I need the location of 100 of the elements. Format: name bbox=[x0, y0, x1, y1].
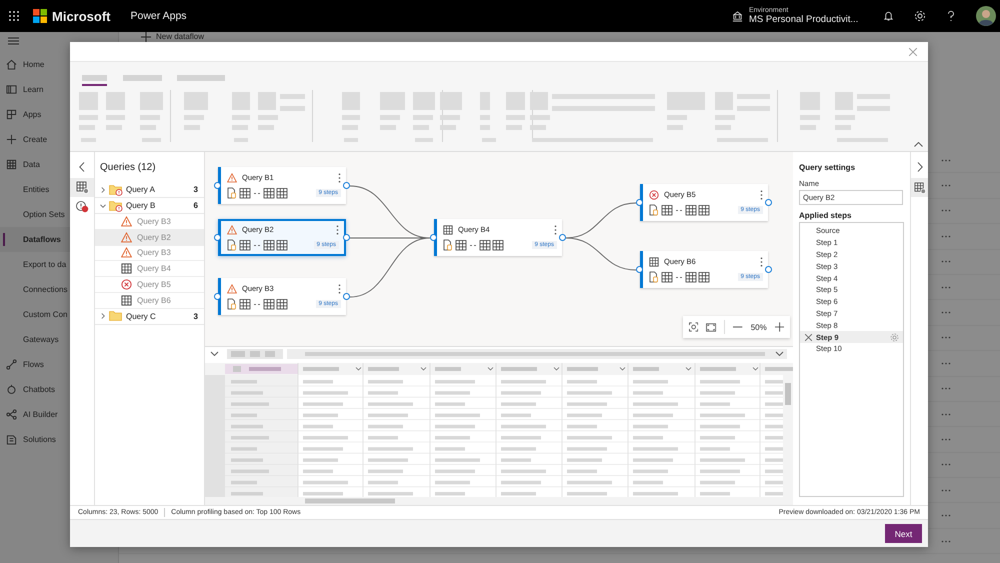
nav-item[interactable]: Home bbox=[0, 52, 70, 77]
more-icon[interactable] bbox=[941, 311, 951, 314]
nav-item[interactable]: Data bbox=[0, 152, 70, 177]
table-icon bbox=[121, 263, 132, 274]
plus-icon bbox=[141, 32, 151, 42]
fit-screen-icon[interactable] bbox=[706, 322, 716, 332]
queries-heading: Queries (12) bbox=[99, 161, 157, 175]
more-icon[interactable] bbox=[941, 463, 951, 466]
solution-icon bbox=[6, 434, 17, 445]
more-icon[interactable] bbox=[941, 412, 951, 416]
more-icon[interactable] bbox=[941, 514, 951, 518]
table-settings-icon[interactable] bbox=[914, 182, 926, 194]
query-item[interactable]: Query B3 bbox=[95, 246, 204, 262]
more-icon[interactable] bbox=[941, 438, 951, 441]
more-icon[interactable] bbox=[941, 387, 951, 390]
delete-icon[interactable] bbox=[804, 334, 812, 341]
app-launcher-icon[interactable] bbox=[9, 11, 19, 21]
more-icon[interactable] bbox=[941, 540, 951, 543]
port-handle[interactable] bbox=[636, 199, 643, 206]
nav-item[interactable]: Apps bbox=[0, 102, 70, 127]
query-group[interactable]: Query A 3 bbox=[95, 182, 204, 198]
logo-icon bbox=[33, 9, 47, 23]
table-icon bbox=[121, 294, 132, 306]
nav-item[interactable]: Dataflows bbox=[0, 227, 70, 252]
zoom-level: 50% bbox=[750, 322, 767, 332]
more-icon[interactable] bbox=[941, 184, 951, 188]
port-handle[interactable] bbox=[765, 199, 772, 206]
more-icon[interactable] bbox=[338, 284, 341, 294]
port-handle[interactable] bbox=[343, 182, 350, 189]
more-icon[interactable] bbox=[941, 286, 951, 289]
book-icon bbox=[6, 84, 17, 95]
table-settings-icon[interactable] bbox=[76, 181, 88, 194]
menu-icon[interactable] bbox=[8, 37, 19, 45]
more-icon[interactable] bbox=[941, 209, 951, 212]
nav-item[interactable]: Connections bbox=[0, 277, 70, 302]
alert-badge-icon[interactable] bbox=[75, 200, 89, 213]
more-icon[interactable] bbox=[760, 190, 763, 200]
focus-icon[interactable] bbox=[689, 322, 698, 332]
flow-icon bbox=[6, 359, 17, 370]
query-item[interactable]: Query B6 bbox=[95, 292, 204, 309]
port-handle[interactable] bbox=[343, 234, 350, 241]
more-icon[interactable] bbox=[338, 172, 341, 182]
more-icon[interactable] bbox=[554, 224, 557, 234]
query-group[interactable]: Query B 6 bbox=[95, 198, 204, 214]
port-handle[interactable] bbox=[214, 293, 221, 300]
nav-item[interactable]: Flows bbox=[0, 352, 70, 377]
warning-icon bbox=[121, 232, 132, 243]
environment-picker[interactable]: MS Personal Productivit... bbox=[749, 14, 861, 26]
more-icon[interactable] bbox=[941, 260, 951, 264]
chatbot-icon bbox=[6, 384, 17, 395]
more-icon[interactable] bbox=[941, 362, 951, 365]
nav-item[interactable]: Entities bbox=[0, 177, 70, 202]
warning-icon bbox=[227, 284, 237, 294]
warning-icon bbox=[121, 247, 132, 258]
query-item[interactable]: Query B4 bbox=[95, 261, 204, 278]
query-item[interactable]: Query B5 bbox=[95, 277, 204, 293]
nav-item[interactable]: Chatbots bbox=[0, 377, 70, 402]
nav-item[interactable]: Create bbox=[0, 127, 70, 152]
new-dataflow-button[interactable]: New dataflow bbox=[141, 32, 204, 42]
port-handle[interactable] bbox=[343, 293, 350, 300]
nav-item[interactable]: Option Sets bbox=[0, 202, 70, 227]
nav-item[interactable]: Custom Con bbox=[0, 302, 70, 327]
warning-icon bbox=[227, 224, 237, 234]
app-name[interactable]: Power Apps bbox=[130, 10, 187, 22]
port-handle[interactable] bbox=[636, 266, 643, 273]
more-icon[interactable] bbox=[941, 488, 951, 492]
query-group[interactable]: Query C 3 bbox=[95, 308, 204, 325]
port-handle[interactable] bbox=[765, 266, 772, 273]
nav-item[interactable]: Learn bbox=[0, 77, 70, 102]
zoom-in-icon[interactable] bbox=[774, 322, 784, 332]
table-icon bbox=[6, 159, 17, 170]
chevron-right-icon[interactable] bbox=[916, 162, 922, 172]
error-icon bbox=[121, 279, 132, 290]
port-handle[interactable] bbox=[214, 234, 221, 241]
more-icon[interactable] bbox=[941, 234, 951, 238]
steps-heading: Applied steps bbox=[799, 211, 852, 220]
plus-icon bbox=[6, 134, 17, 145]
port-handle[interactable] bbox=[214, 182, 221, 189]
chevron-up-icon[interactable] bbox=[914, 142, 923, 147]
connector-line bbox=[566, 238, 636, 270]
more-icon[interactable] bbox=[941, 336, 951, 340]
nav-item[interactable]: Gateways bbox=[0, 327, 70, 352]
apps-icon bbox=[6, 109, 17, 120]
bell-icon[interactable] bbox=[883, 10, 894, 22]
next-button[interactable]: Next bbox=[885, 524, 922, 543]
more-icon[interactable] bbox=[760, 256, 763, 266]
avatar-icon[interactable] bbox=[976, 6, 996, 26]
nav-item[interactable]: Solutions bbox=[0, 427, 70, 452]
port-handle[interactable] bbox=[559, 234, 566, 241]
more-icon[interactable] bbox=[336, 224, 339, 234]
warning-icon bbox=[227, 172, 237, 182]
help-icon[interactable] bbox=[946, 10, 956, 22]
chevron-left-icon[interactable] bbox=[79, 162, 85, 172]
more-icon[interactable] bbox=[941, 158, 951, 162]
close-icon[interactable] bbox=[909, 48, 917, 56]
nav-item[interactable]: AI Builder bbox=[0, 402, 70, 427]
house-icon bbox=[6, 59, 17, 70]
port-handle[interactable] bbox=[430, 234, 437, 241]
nav-item[interactable]: Export to da bbox=[0, 252, 70, 277]
table-icon bbox=[443, 224, 453, 234]
